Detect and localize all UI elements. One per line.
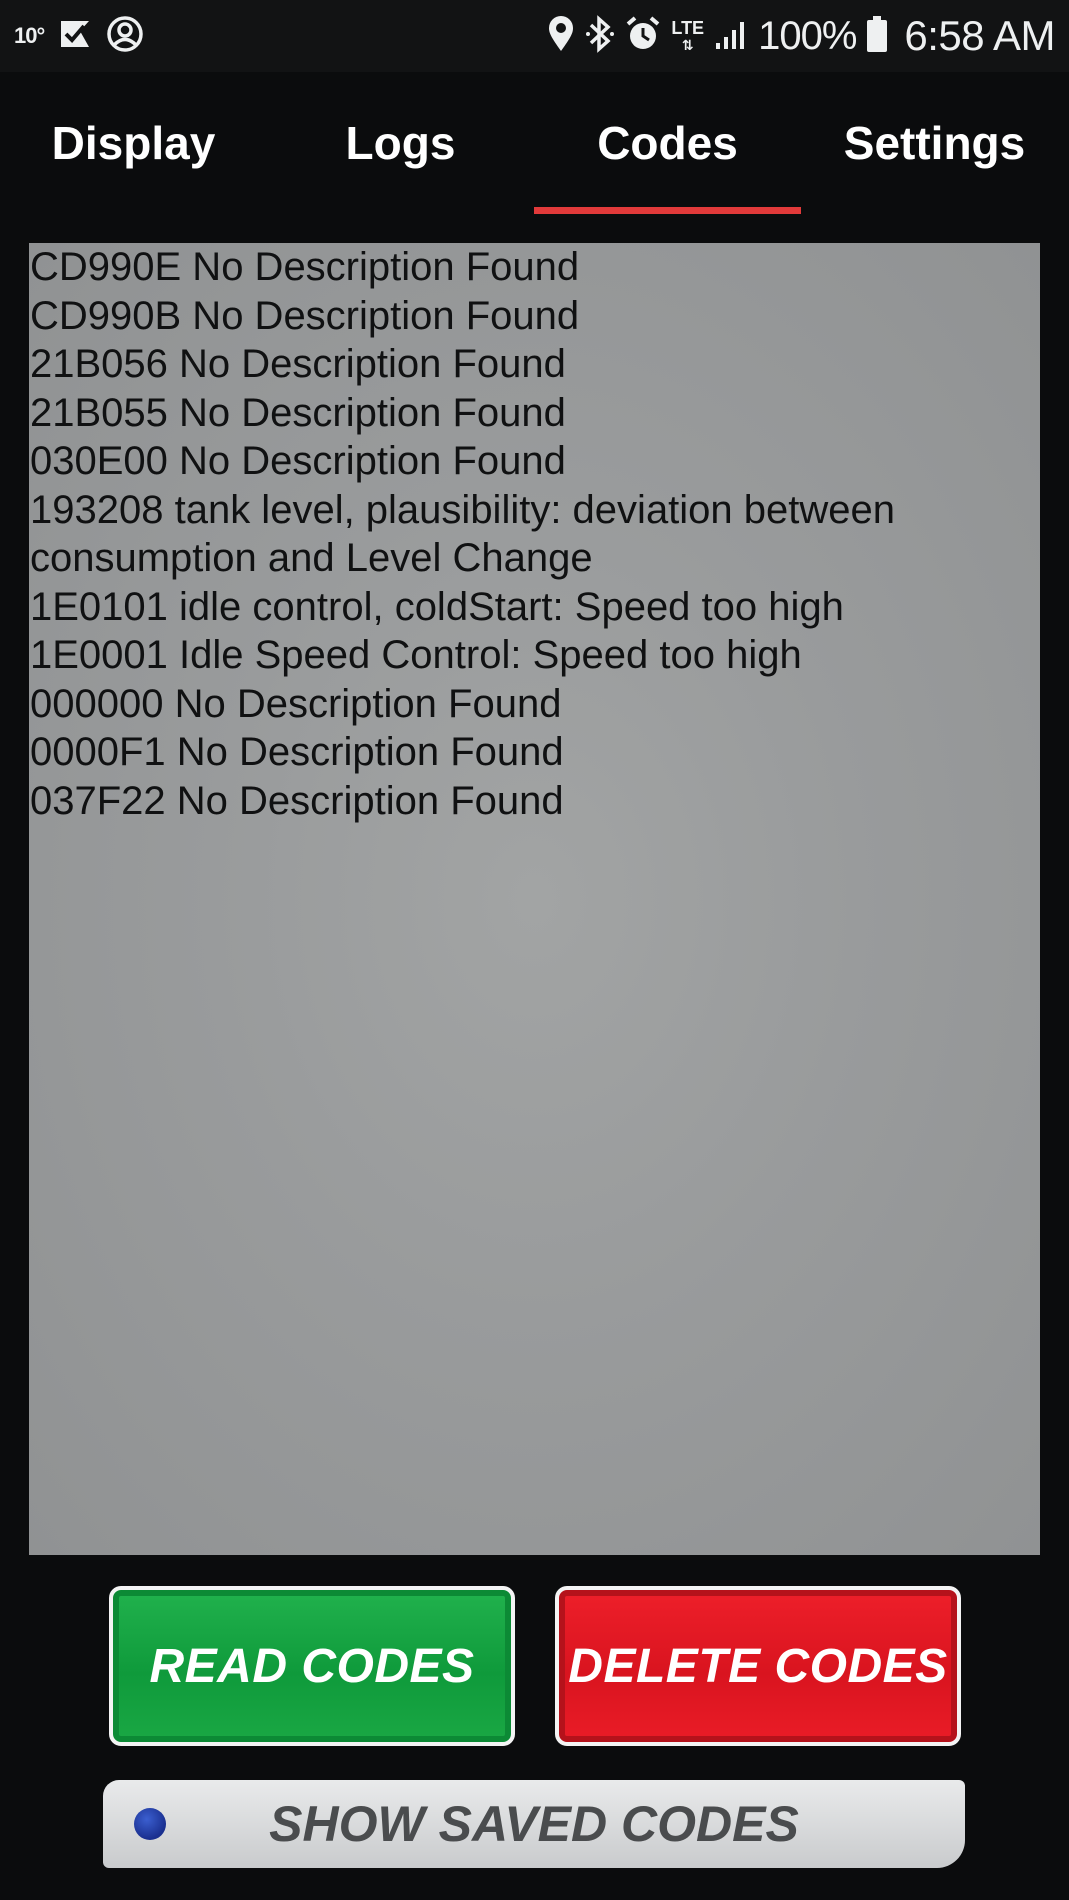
delete-codes-button[interactable]: DELETE CODES — [555, 1586, 961, 1746]
clock: 6:58 AM — [904, 12, 1055, 59]
show-saved-codes-label: SHOW SAVED CODES — [269, 1796, 799, 1852]
tab-display[interactable]: Display — [0, 82, 267, 214]
list-item: CD990E No Description Found — [30, 245, 580, 289]
list-item: 1E0001 Idle Speed Control: Speed too hig… — [30, 633, 802, 677]
messages-check-icon — [58, 17, 92, 56]
list-item: CD990B No Description Found — [30, 293, 580, 338]
delete-codes-label: DELETE CODES — [568, 1639, 948, 1693]
list-item: 1E0101 idle control, coldStart: Speed to… — [30, 584, 844, 629]
list-item: 0000F1 No Description Found — [30, 730, 564, 774]
alarm-icon — [625, 15, 661, 58]
status-bar: 10° LTE ⇅ 100% 6:58 AM — [0, 0, 1069, 72]
list-item: 21B056 No Description Found — [30, 342, 566, 386]
active-tab-indicator — [534, 207, 801, 214]
show-saved-codes-button[interactable]: SHOW SAVED CODES — [103, 1780, 965, 1868]
tab-codes[interactable]: Codes — [534, 82, 801, 214]
list-item: 21B055 No Description Found — [30, 390, 566, 435]
battery-icon — [866, 15, 888, 58]
tab-logs[interactable]: Logs — [267, 82, 534, 214]
location-icon — [547, 15, 575, 58]
codes-panel[interactable]: CD990E No Description Found CD990B No De… — [29, 243, 1040, 1555]
lte-icon: LTE ⇅ — [671, 17, 705, 53]
list-item: 037F22 No Description Found — [30, 778, 564, 823]
battery-percent: 100% — [758, 13, 857, 58]
codes-list: CD990E No Description Found CD990B No De… — [29, 243, 1040, 825]
temperature-label: 10° — [14, 23, 45, 48]
status-left: 10° — [14, 14, 144, 58]
tab-bar: Display Logs Codes Settings — [0, 82, 1069, 214]
list-item: 000000 No Description Found — [30, 681, 562, 726]
read-codes-button[interactable]: READ CODES — [109, 1586, 515, 1746]
list-item: 193208 tank level, plausibility: deviati… — [30, 487, 907, 581]
read-codes-label: READ CODES — [149, 1639, 475, 1693]
network-label: LTE — [671, 17, 705, 38]
status-right: LTE ⇅ 100% 6:58 AM — [547, 10, 1055, 62]
signal-icon — [714, 17, 748, 56]
tab-settings[interactable]: Settings — [801, 82, 1068, 214]
list-item: 030E00 No Description Found — [30, 439, 566, 483]
indicator-dot-icon — [134, 1808, 166, 1840]
account-icon — [106, 15, 144, 58]
bluetooth-icon — [585, 14, 615, 59]
